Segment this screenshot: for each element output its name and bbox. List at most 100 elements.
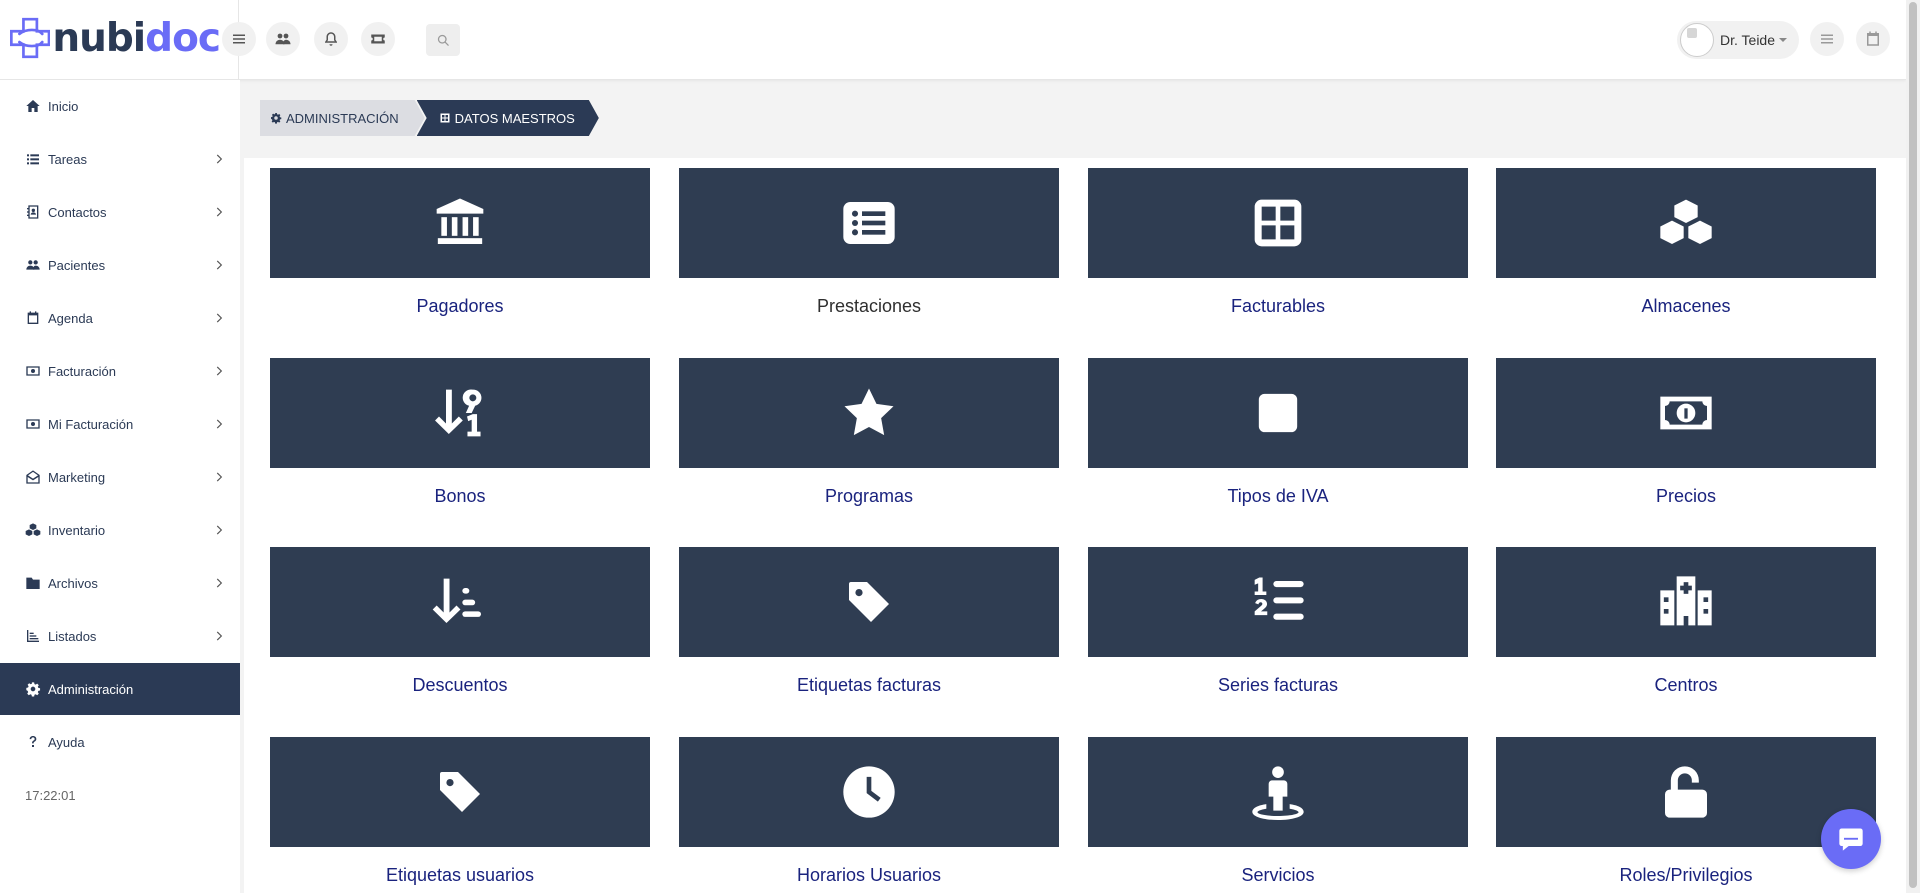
tickets-button[interactable] — [361, 22, 395, 56]
envelope-icon — [24, 468, 42, 486]
card-icon-box — [679, 547, 1059, 657]
card-bonos[interactable]: Bonos — [270, 358, 650, 507]
sidebar-item-tareas[interactable]: Tareas — [0, 133, 240, 185]
avatar — [1680, 23, 1714, 57]
card-programas[interactable]: Programas — [679, 358, 1059, 507]
cubes-icon — [1658, 195, 1714, 251]
grid-icon — [439, 112, 451, 124]
calendar-icon — [1864, 30, 1882, 48]
card-series-facturas[interactable]: Series facturas — [1088, 547, 1468, 696]
sidebar-item-label: Ayuda — [48, 734, 85, 750]
bell-icon — [322, 30, 340, 48]
card-icon-box — [1088, 358, 1468, 468]
chat-button[interactable] — [1821, 809, 1881, 869]
breadcrumb-item-administracion[interactable]: ADMINISTRACIÓN — [260, 100, 425, 136]
master-data-grid: Pagadores Prestaciones Facturables Almac… — [244, 158, 1906, 893]
clock-icon — [841, 764, 897, 820]
card-icon-box — [1088, 168, 1468, 278]
breadcrumb-label: DATOS MAESTROS — [454, 110, 575, 126]
sidebar-item-facturacion[interactable]: Facturación — [0, 345, 240, 397]
brand-name: nubidoc — [52, 15, 221, 61]
sidebar-item-inicio[interactable]: Inicio — [0, 80, 240, 132]
chevron-right-icon — [212, 311, 226, 325]
card-label: Bonos — [434, 486, 486, 506]
cubes-icon — [24, 521, 42, 539]
chevron-right-icon — [212, 364, 226, 378]
sidebar-item-label: Archivos — [48, 575, 98, 591]
card-pagadores[interactable]: Pagadores — [270, 168, 650, 317]
gear-icon — [24, 680, 42, 698]
sidebar-item-label: Pacientes — [48, 257, 106, 273]
card-label: Tipos de IVA — [1227, 486, 1329, 506]
sort-numeric-icon — [432, 385, 488, 441]
sidebar-item-label: Contactos — [48, 204, 107, 220]
sidebar-item-label: Administración — [48, 681, 134, 697]
sidebar-item-contactos[interactable]: Contactos — [0, 186, 240, 238]
user-name: Dr. Teide — [1720, 32, 1775, 48]
card-tipos-de-iva[interactable]: Tipos de IVA — [1088, 358, 1468, 507]
card-label: Programas — [824, 486, 914, 506]
sidebar-toggle-button[interactable] — [222, 22, 256, 56]
question-icon — [24, 733, 42, 751]
sidebar-item-mi-facturacion[interactable]: Mi Facturación — [0, 398, 240, 450]
sidebar-item-label: Inventario — [48, 522, 106, 538]
card-precios[interactable]: Precios — [1496, 358, 1876, 507]
sort-amount-down-icon — [432, 574, 488, 630]
list-ol-icon — [1250, 574, 1306, 630]
card-label: Series facturas — [1217, 675, 1339, 695]
card-label: Almacenes — [1641, 296, 1731, 316]
chevron-right-icon — [212, 417, 226, 431]
card-icon-box — [1496, 737, 1876, 847]
list-icon — [24, 150, 42, 168]
card-descuentos[interactable]: Descuentos — [270, 547, 650, 696]
sidebar-item-inventario[interactable]: Inventario — [0, 504, 240, 556]
sidebar-item-marketing[interactable]: Marketing — [0, 451, 240, 503]
tag-icon — [845, 578, 893, 626]
square-icon — [1255, 390, 1301, 436]
users-button[interactable] — [266, 22, 300, 56]
card-horarios-usuarios[interactable]: Horarios Usuarios — [679, 737, 1059, 886]
card-label: Prestaciones — [816, 296, 922, 316]
street-view-icon — [1250, 764, 1306, 820]
card-almacenes[interactable]: Almacenes — [1496, 168, 1876, 317]
card-icon-box — [679, 737, 1059, 847]
sidebar-item-label: Mi Facturación — [48, 416, 134, 432]
card-etiquetas-usuarios[interactable]: Etiquetas usuarios — [270, 737, 650, 886]
user-menu[interactable]: Dr. Teide — [1677, 21, 1799, 59]
sidebar-item-agenda[interactable]: Agenda — [0, 292, 240, 344]
search-button[interactable] — [426, 24, 460, 56]
card-etiquetas-facturas[interactable]: Etiquetas facturas — [679, 547, 1059, 696]
card-label: Centros — [1654, 675, 1718, 695]
card-servicios[interactable]: Servicios — [1088, 737, 1468, 886]
breadcrumb: ADMINISTRACIÓN DATOS MAESTROS — [260, 100, 599, 136]
sidebar-item-archivos[interactable]: Archivos — [0, 557, 240, 609]
notifications-button[interactable] — [314, 22, 348, 56]
folder-icon — [24, 574, 42, 592]
sidebar-item-ayuda[interactable]: Ayuda — [0, 716, 240, 768]
sidebar-item-listados[interactable]: Listados — [0, 610, 240, 662]
calendar-button[interactable] — [1856, 22, 1890, 56]
caret-down-icon — [1779, 38, 1787, 42]
chevron-right-icon — [212, 152, 226, 166]
card-facturables[interactable]: Facturables — [1088, 168, 1468, 317]
sidebar-item-label: Listados — [48, 628, 97, 644]
card-roles-privilegios[interactable]: Roles/Privilegios — [1496, 737, 1876, 886]
card-prestaciones[interactable]: Prestaciones — [679, 168, 1059, 317]
address-book-icon — [24, 203, 42, 221]
scrollbar-thumb[interactable] — [1909, 2, 1917, 888]
ticket-icon — [369, 30, 387, 48]
sidebar-item-administracion[interactable]: Administración — [0, 663, 240, 715]
card-label: Etiquetas usuarios — [385, 865, 535, 885]
breadcrumb-item-datos-maestros[interactable]: DATOS MAESTROS — [417, 100, 599, 136]
logo-cross-icon — [10, 17, 51, 59]
list-menu-button[interactable] — [1810, 22, 1844, 56]
brand-logo[interactable]: nubidoc — [10, 8, 221, 68]
sidebar-item-label: Inicio — [48, 98, 79, 114]
sidebar-item-pacientes[interactable]: Pacientes — [0, 239, 240, 291]
users-icon — [24, 256, 42, 274]
money-icon — [24, 415, 42, 433]
card-icon-box — [270, 737, 650, 847]
card-centros[interactable]: Centros — [1496, 547, 1876, 696]
card-label: Horarios Usuarios — [796, 865, 942, 885]
sidebar: Inicio Tareas Contactos Pacientes Agenda… — [0, 80, 240, 893]
